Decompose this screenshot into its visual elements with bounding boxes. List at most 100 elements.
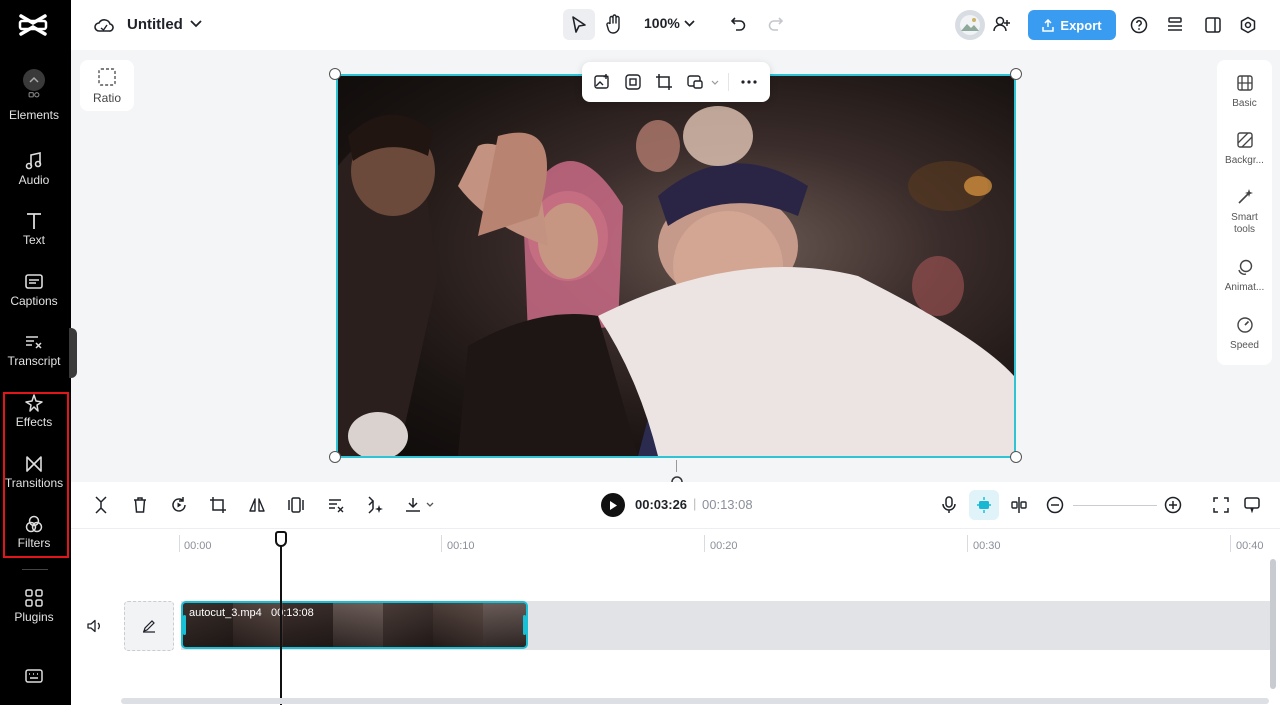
user-avatar[interactable] — [955, 10, 985, 40]
question-circle-icon — [1130, 16, 1148, 34]
resize-handle-bottom-right[interactable] — [1010, 451, 1022, 463]
redo-button[interactable] — [765, 13, 787, 35]
zoom-level[interactable]: 100% — [644, 15, 680, 31]
capcut-logo-icon[interactable] — [18, 12, 48, 38]
download-menu-button[interactable] — [403, 495, 439, 515]
expand-corners-icon — [1213, 497, 1229, 513]
undo-button[interactable] — [727, 13, 749, 35]
title-dropdown-button[interactable] — [189, 17, 203, 31]
smart-split-button[interactable] — [365, 495, 385, 515]
transcript-icon — [329, 499, 344, 513]
freeze-frame-button[interactable] — [286, 495, 306, 515]
help-button[interactable] — [1128, 14, 1150, 36]
play-button[interactable] — [601, 493, 625, 517]
track-mute-button[interactable] — [85, 616, 105, 636]
timeline-tick — [967, 535, 968, 552]
timeline-vertical-scrollbar[interactable] — [1270, 559, 1276, 689]
sidebar-item-elements[interactable]: Elements — [0, 92, 68, 148]
settings-button[interactable] — [1237, 14, 1259, 36]
resize-handle-top-right[interactable] — [1010, 68, 1022, 80]
more-options-button[interactable] — [739, 72, 759, 92]
clip-trim-handle-left[interactable] — [183, 615, 186, 635]
sidebar-item-captions[interactable]: Captions — [0, 272, 68, 328]
annotation-highlight-box — [3, 392, 69, 558]
magic-wand-icon — [1237, 189, 1253, 204]
timeline-toolbar: 00:03:26 | 00:13:08 — [71, 482, 1280, 529]
clip-trim-handle-right[interactable] — [523, 615, 526, 635]
freeze-frame-icon — [288, 497, 304, 513]
sidebar-item-transcript[interactable]: Transcript — [0, 332, 68, 388]
captions-icon — [25, 274, 43, 289]
delete-button[interactable] — [130, 495, 150, 515]
timeline-tick-label: 00:40 — [1236, 540, 1264, 552]
sidebar-item-label: Transcript — [7, 354, 61, 368]
hand-tool-button[interactable] — [601, 10, 627, 38]
panel-tab-smart-tools[interactable]: Smart tools — [1217, 188, 1272, 236]
panel-tab-speed[interactable]: Speed — [1217, 316, 1272, 352]
toolbar-divider — [728, 73, 729, 91]
timeline-crop-button[interactable] — [208, 495, 228, 515]
video-preview[interactable] — [336, 74, 1016, 458]
link-tracks-button[interactable] — [1009, 495, 1029, 515]
zoom-out-button[interactable] — [1045, 495, 1065, 515]
ratio-button[interactable]: Ratio — [80, 60, 134, 111]
panel-tab-animation[interactable]: Animat... — [1217, 258, 1272, 294]
panel-tab-basic[interactable]: Basic — [1217, 74, 1272, 110]
replace-media-button[interactable] — [592, 72, 612, 92]
select-tool-button[interactable] — [563, 9, 595, 40]
timeline-tick — [1230, 535, 1231, 552]
add-user-icon — [993, 16, 1010, 32]
sidebar-collapse-handle[interactable] — [69, 328, 77, 378]
feedback-button[interactable] — [1242, 495, 1262, 515]
sidebar-item-plugins[interactable]: Plugins — [0, 588, 68, 644]
crop-button[interactable] — [654, 72, 674, 92]
fit-frame-button[interactable] — [623, 72, 643, 92]
timeline-zoom-slider[interactable] — [1073, 505, 1157, 506]
panel-tab-background[interactable]: Backgr... — [1217, 131, 1272, 167]
zoom-dropdown-button[interactable] — [683, 17, 695, 29]
clip-filename: autocut_3.mp4 — [189, 607, 262, 619]
speedometer-icon — [1236, 317, 1253, 333]
sidebar-scroll-up-button[interactable] — [23, 69, 45, 91]
cloud-save-button[interactable] — [93, 15, 115, 35]
left-sidebar: Elements Audio Text Captions Transcript … — [0, 0, 71, 705]
fit-timeline-button[interactable] — [1211, 495, 1231, 515]
cloud-icon — [94, 19, 114, 32]
record-voiceover-button[interactable] — [939, 495, 959, 515]
frame-fit-icon — [625, 74, 641, 90]
sidebar-item-label: Audio — [18, 173, 50, 187]
mask-dropdown-button[interactable] — [710, 77, 720, 87]
timeline-horizontal-scrollbar[interactable] — [121, 698, 1269, 704]
mask-icon — [687, 75, 703, 89]
keyboard-icon — [25, 669, 43, 683]
split-button[interactable] — [91, 495, 111, 515]
flip-button[interactable] — [247, 495, 267, 515]
clip-thumbnail — [333, 603, 383, 647]
magnet-snap-toggle[interactable] — [969, 490, 999, 520]
invite-collaborator-button[interactable] — [991, 13, 1013, 35]
mask-button[interactable] — [685, 72, 705, 92]
playhead-handle[interactable] — [275, 531, 287, 547]
resize-handle-top-left[interactable] — [329, 68, 341, 80]
video-clip[interactable]: autocut_3.mp4 00:13:08 — [181, 601, 528, 649]
sidebar-item-audio[interactable]: Audio — [0, 151, 68, 207]
snap-icon — [977, 497, 991, 513]
resize-handle-bottom-left[interactable] — [329, 451, 341, 463]
loop-play-button[interactable] — [169, 495, 189, 515]
keyboard-shortcuts-button[interactable] — [0, 666, 68, 705]
timeline[interactable]: 00:00 00:10 00:20 00:30 00:40 autocut_3.… — [71, 529, 1280, 705]
music-note-icon — [25, 152, 42, 170]
layers-button[interactable] — [1164, 14, 1186, 36]
timeline-tick-label: 00:00 — [184, 540, 212, 552]
edit-cover-button[interactable] — [124, 601, 174, 651]
playhead-line[interactable] — [280, 531, 282, 705]
zoom-in-button[interactable] — [1163, 495, 1183, 515]
panel-tab-label: Animat... — [1224, 282, 1265, 293]
layout-panel-button[interactable] — [1202, 14, 1224, 36]
clip-thumbnail — [433, 603, 483, 647]
project-title[interactable]: Untitled — [127, 16, 183, 33]
export-button[interactable]: Export — [1028, 10, 1116, 40]
flip-horizontal-icon — [249, 498, 265, 512]
sidebar-item-text[interactable]: Text — [0, 211, 68, 267]
auto-captions-button[interactable] — [326, 495, 346, 515]
